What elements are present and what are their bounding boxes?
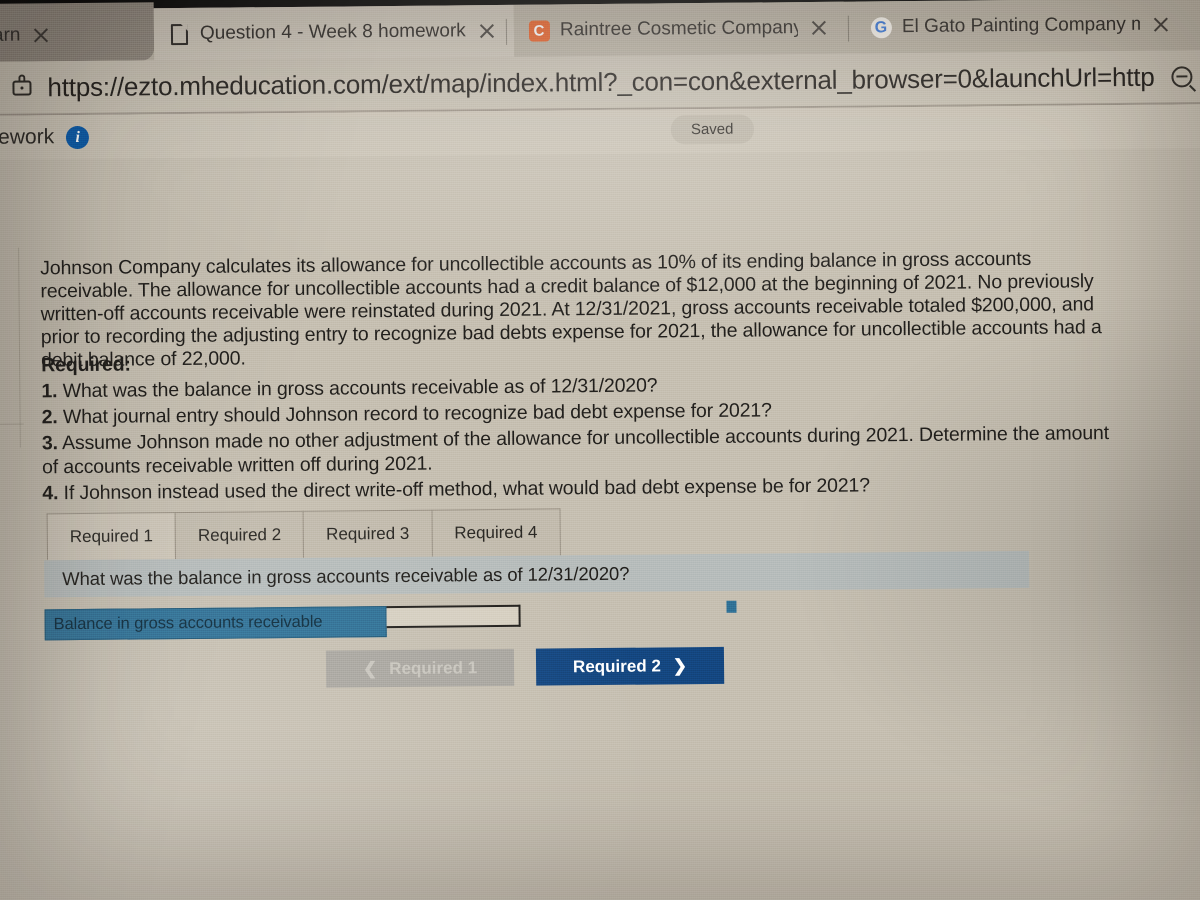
page-title: omework bbox=[0, 125, 55, 150]
required-tab-strip: Required 1 Required 2 Required 3 Require… bbox=[46, 508, 561, 561]
required-item-1-num: 1. bbox=[41, 380, 58, 403]
document-icon bbox=[168, 23, 190, 45]
required-item-2-text: What journal entry should Johnson record… bbox=[62, 399, 772, 429]
page-content: omework i Saved s Johnson Company calcul… bbox=[0, 104, 1200, 900]
prev-required-label: Required 1 bbox=[389, 657, 478, 678]
required-item-3: 3. Assume Johnson made no other adjustme… bbox=[42, 421, 1127, 479]
close-icon[interactable] bbox=[808, 17, 830, 39]
chevron-right-icon: ❯ bbox=[672, 655, 688, 675]
browser-tab-0-title: d Learn bbox=[0, 24, 21, 47]
chevron-left-icon: ❮ bbox=[362, 658, 378, 678]
browser-tab-1-title: Question 4 - Week 8 homework bbox=[199, 20, 466, 44]
tab-required-1[interactable]: Required 1 bbox=[46, 512, 177, 561]
lock-icon bbox=[12, 79, 32, 96]
required-item-2-num: 2. bbox=[41, 406, 58, 429]
selection-handle bbox=[726, 600, 737, 613]
prev-required-button[interactable]: ❮ Required 1 bbox=[325, 648, 515, 688]
panel-nav: ❮ Required 1 Required 2 ❯ bbox=[325, 646, 725, 688]
left-panel-edge bbox=[18, 247, 21, 448]
browser-tab-3[interactable]: G El Gato Painting Company maint bbox=[855, 0, 1187, 54]
answer-label: Balance in gross accounts receivable bbox=[44, 606, 387, 641]
screen-surface: d Learn Question 4 - Week 8 homework C R… bbox=[0, 0, 1200, 900]
connect-icon: C bbox=[528, 19, 550, 42]
close-icon[interactable] bbox=[1150, 14, 1172, 36]
tab-required-2[interactable]: Required 2 bbox=[174, 510, 305, 560]
close-icon[interactable] bbox=[476, 20, 498, 42]
tab-required-4[interactable]: Required 4 bbox=[431, 508, 561, 557]
browser-tab-2[interactable]: C Raintree Cosmetic Company Sell bbox=[513, 1, 845, 57]
status-badge: Saved bbox=[670, 114, 754, 145]
browser-tab-0[interactable]: d Learn bbox=[0, 2, 155, 63]
photo-canvas: d Learn Question 4 - Week 8 homework C R… bbox=[0, 0, 1200, 900]
google-icon: G bbox=[870, 16, 892, 38]
tab-required-3[interactable]: Required 3 bbox=[302, 509, 433, 558]
required-item-1-text: What was the balance in gross accounts r… bbox=[62, 374, 658, 403]
required-item-3-text: Assume Johnson made no other adjustment … bbox=[42, 422, 1110, 479]
url-text[interactable]: https://ezto.mheducation.com/ext/map/ind… bbox=[47, 61, 1155, 103]
browser-tab-3-title: El Gato Painting Company maint bbox=[901, 13, 1141, 38]
next-required-button[interactable]: Required 2 ❯ bbox=[535, 646, 725, 686]
zoom-out-icon[interactable] bbox=[1171, 65, 1193, 88]
required-block: Required: 1. What was the balance in gro… bbox=[41, 343, 1127, 505]
answer-row: Balance in gross accounts receivable bbox=[44, 600, 737, 641]
browser-tab-2-title: Raintree Cosmetic Company Sell bbox=[559, 17, 799, 41]
next-required-label: Required 2 bbox=[572, 655, 661, 676]
tab-separator bbox=[847, 15, 850, 42]
browser-tab-1[interactable]: Question 4 - Week 8 homework bbox=[153, 4, 515, 61]
required-item-3-num: 3. bbox=[41, 432, 58, 455]
info-icon[interactable]: i bbox=[66, 125, 90, 149]
required-item-4-text: If Johnson instead used the direct write… bbox=[63, 474, 871, 505]
answer-input[interactable] bbox=[386, 604, 521, 629]
close-icon[interactable] bbox=[30, 24, 52, 46]
required-item-4-num: 4. bbox=[42, 482, 59, 505]
